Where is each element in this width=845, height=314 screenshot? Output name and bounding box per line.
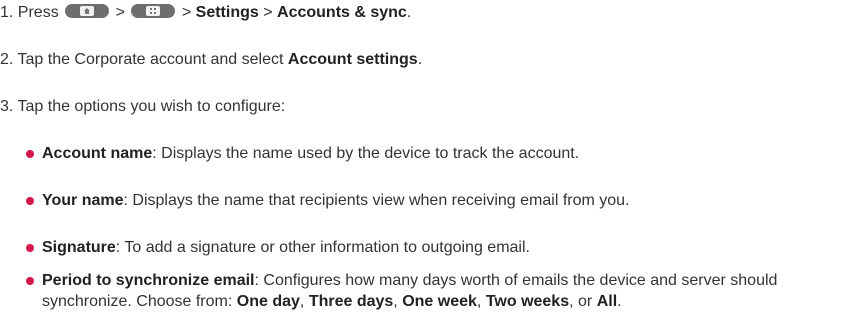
step-2-end: .: [417, 51, 423, 68]
choice-one-day: One day: [236, 293, 300, 310]
choice-two-weeks: Two weeks: [485, 293, 570, 310]
settings-label: Settings: [195, 4, 259, 21]
choice-one-week: One week: [402, 293, 477, 310]
bullet-icon: [26, 244, 34, 252]
step-1-separator: >: [263, 4, 273, 21]
step-3-text: 3. Tap the options you wish to configure…: [0, 98, 286, 115]
option-label: Signature: [42, 239, 116, 256]
step-2-text: 2. Tap the Corporate account and select: [0, 51, 284, 68]
step-1-prefix: 1. Press: [0, 4, 59, 21]
step-1-separator: >: [181, 4, 192, 21]
comma: ,: [393, 293, 398, 310]
comma: ,: [476, 293, 482, 310]
menu-key-icon: [131, 4, 176, 18]
option-label: Period to synchronize email: [42, 272, 255, 289]
option-label: Account name: [42, 145, 153, 162]
bullet-icon: [26, 277, 34, 285]
option-desc: : Displays the name used by the device t…: [152, 145, 580, 162]
bullet-icon: [26, 150, 34, 158]
bullet-icon: [26, 197, 34, 205]
choices-prefix: synchronize. Choose from:: [42, 293, 233, 310]
choice-three-days: Three days: [308, 293, 394, 310]
step-1-end: .: [406, 4, 412, 21]
step-2: 2. Tap the Corporate account and select …: [0, 50, 422, 70]
account-settings-label: Account settings: [287, 51, 418, 68]
option-desc: : To add a signature or other informatio…: [115, 239, 530, 256]
option-desc: : Configures how many days worth of emai…: [254, 272, 778, 289]
or-text: , or: [569, 293, 593, 310]
option-label: Your name: [42, 192, 124, 209]
period: .: [617, 293, 622, 310]
step-1-separator: >: [115, 4, 125, 21]
step-1: 1. Press > > Settings > Accounts & sync.: [0, 3, 411, 23]
step-3: 3. Tap the options you wish to configure…: [0, 97, 285, 117]
home-key-icon: [65, 4, 110, 18]
comma: ,: [299, 293, 305, 310]
accounts-sync-label: Accounts & sync: [277, 4, 407, 21]
choice-all: All: [596, 293, 618, 310]
option-desc: : Displays the name that recipients view…: [123, 192, 630, 209]
